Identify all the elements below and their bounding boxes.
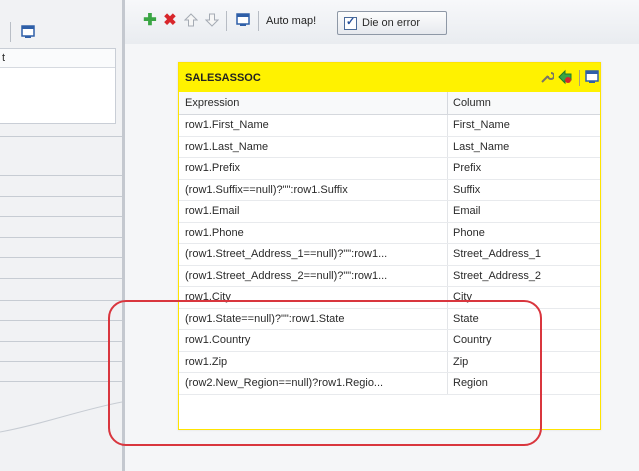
- auto-map-button[interactable]: Auto map!: [266, 15, 316, 27]
- mapping-line: [0, 175, 122, 176]
- table-row[interactable]: row1.Last_Name Last_Name: [179, 136, 600, 158]
- move-up-icon[interactable]: [183, 12, 199, 28]
- mapping-line: [0, 216, 122, 217]
- column-divider: [447, 179, 448, 200]
- column-divider: [447, 244, 448, 265]
- column-divider: [447, 158, 448, 179]
- mapping-line: [0, 237, 122, 238]
- column-divider: [447, 265, 448, 286]
- expression-cell[interactable]: row1.Prefix: [185, 162, 240, 174]
- mapping-line: [0, 136, 122, 137]
- table-row[interactable]: (row1.Street_Address_1==null)?"":row1...…: [179, 244, 600, 266]
- output-toolbar: ✚ ✖ Auto map! Die on error: [125, 0, 639, 44]
- die-on-error-label: Die on error: [362, 17, 421, 29]
- column-divider: [447, 222, 448, 243]
- expression-cell[interactable]: (row1.Street_Address_1==null)?"":row1...: [185, 248, 387, 260]
- column-name-cell[interactable]: Street_Address_1: [453, 248, 541, 260]
- table-row[interactable]: row1.Phone Phone: [179, 222, 600, 244]
- column-name-cell[interactable]: Email: [453, 205, 481, 217]
- mapping-curve: [0, 401, 122, 433]
- column-divider[interactable]: [447, 92, 448, 114]
- table-row[interactable]: row1.Email Email: [179, 201, 600, 223]
- mapping-line: [0, 341, 122, 342]
- column-name-cell[interactable]: Street_Address_2: [453, 270, 541, 282]
- column-name-cell[interactable]: Prefix: [453, 162, 481, 174]
- input-table-row[interactable]: t: [0, 49, 115, 68]
- mapping-line: [0, 196, 122, 197]
- expression-cell[interactable]: row1.Email: [185, 205, 239, 217]
- expression-cell[interactable]: (row1.Suffix==null)?"":row1.Suffix: [185, 184, 348, 196]
- input-row-label: t: [2, 52, 6, 64]
- input-panel-toolbar: [0, 14, 122, 48]
- table-row[interactable]: (row1.Suffix==null)?"":row1.Suffix Suffix: [179, 179, 600, 201]
- mapping-line: [0, 257, 122, 258]
- window-icon[interactable]: [584, 69, 600, 85]
- mapping-line: [0, 361, 122, 362]
- expression-cell[interactable]: row1.Last_Name: [185, 141, 268, 153]
- add-icon[interactable]: ✚: [142, 12, 158, 29]
- column-name-cell[interactable]: Phone: [453, 227, 485, 239]
- expression-cell[interactable]: row1.Phone: [185, 227, 244, 239]
- column-column-header[interactable]: Column: [453, 97, 491, 109]
- table-row[interactable]: row1.Prefix Prefix: [179, 158, 600, 180]
- window-icon[interactable]: [20, 24, 36, 43]
- expression-cell[interactable]: row1.First_Name: [185, 119, 269, 131]
- input-panel: t: [0, 0, 122, 471]
- toolbar-separator: [226, 11, 227, 31]
- column-divider: [447, 136, 448, 157]
- mapping-line: [0, 278, 122, 279]
- input-table: t: [0, 48, 116, 124]
- column-divider: [447, 115, 448, 136]
- table-header: SALESASSOC: [179, 63, 600, 92]
- remove-icon[interactable]: ✖: [162, 12, 178, 29]
- wrench-icon[interactable]: [539, 69, 555, 85]
- header-separator: [579, 70, 580, 86]
- annotation-highlight: [108, 300, 542, 446]
- mapping-line: [0, 300, 122, 301]
- table-row[interactable]: row1.First_Name First_Name: [179, 115, 600, 137]
- die-on-error-checkbox[interactable]: [344, 15, 357, 30]
- column-divider: [447, 201, 448, 222]
- mapping-line: [0, 320, 122, 321]
- move-down-icon[interactable]: [204, 12, 220, 28]
- expression-cell[interactable]: (row1.Street_Address_2==null)?"":row1...: [185, 270, 387, 282]
- toolbar-separator: [258, 11, 259, 31]
- toolbar-separator: [10, 22, 11, 42]
- table-title: SALESASSOC: [185, 72, 261, 84]
- expression-column-header[interactable]: Expression: [185, 97, 239, 109]
- die-on-error-toggle[interactable]: Die on error: [337, 11, 447, 35]
- column-header-row: Expression Column: [179, 92, 600, 115]
- column-name-cell[interactable]: Suffix: [453, 184, 480, 196]
- table-row[interactable]: (row1.Street_Address_2==null)?"":row1...…: [179, 265, 600, 287]
- window-icon[interactable]: [235, 12, 251, 28]
- column-name-cell[interactable]: First_Name: [453, 119, 510, 131]
- expression-filter-icon[interactable]: [557, 69, 573, 85]
- column-name-cell[interactable]: Last_Name: [453, 141, 509, 153]
